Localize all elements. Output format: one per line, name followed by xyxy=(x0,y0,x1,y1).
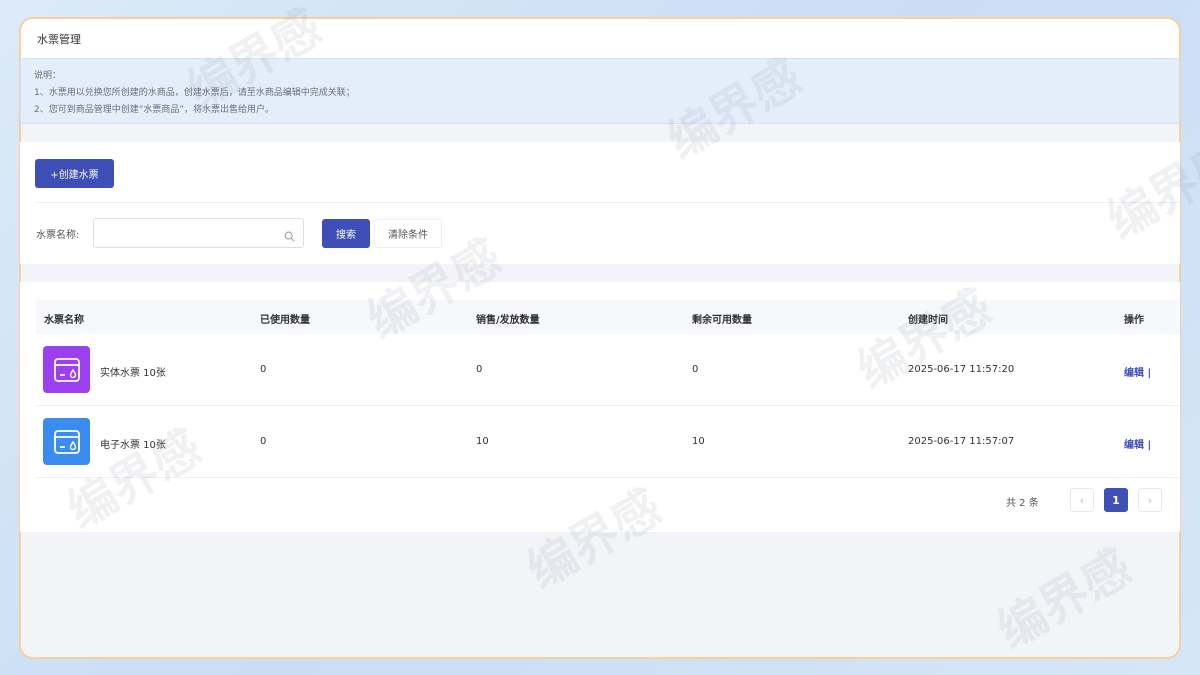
column-header: 水票名称 xyxy=(44,315,84,326)
ticket-icon xyxy=(43,418,90,465)
clear-filters-button[interactable]: 清除条件 xyxy=(374,219,442,248)
page-title: 水票管理 xyxy=(21,19,1179,59)
created-time: 2025-06-17 11:57:20 xyxy=(908,364,1015,375)
search-input[interactable] xyxy=(93,218,304,248)
prev-page-button[interactable]: ‹ xyxy=(1070,488,1094,512)
search-label: 水票名称: xyxy=(36,230,80,241)
column-header: 操作 xyxy=(1124,315,1144,326)
ticket-name: 实体水票 10张 xyxy=(100,368,166,379)
table-row: 实体水票 10张 0 0 0 2025-06-17 11:57:20 编辑 | xyxy=(36,334,1180,406)
edit-link[interactable]: 编辑 | xyxy=(1124,364,1151,379)
remaining-count: 0 xyxy=(692,364,699,375)
page-1-button[interactable]: 1 xyxy=(1104,488,1128,512)
ticket-icon xyxy=(43,346,90,393)
search-icon xyxy=(284,227,295,246)
filter-panel: +创建水票 水票名称: 搜索 清除条件 xyxy=(20,142,1180,264)
column-header: 剩余可用数量 xyxy=(692,315,752,326)
create-ticket-button[interactable]: +创建水票 xyxy=(35,159,114,188)
search-button[interactable]: 搜索 xyxy=(322,219,370,248)
column-header: 创建时间 xyxy=(908,315,948,326)
ticket-name: 电子水票 10张 xyxy=(100,440,166,451)
notice-heading: 说明： xyxy=(34,71,62,81)
notice-box: 说明： 1、水票用以兑换您所创建的水商品，创建水票后，请至水商品编辑中完成关联；… xyxy=(20,58,1180,124)
notice-line-2: 2、您可到商品管理中创建“水票商品”，将水票出售给用户。 xyxy=(34,105,275,115)
next-page-button[interactable]: › xyxy=(1138,488,1162,512)
remaining-count: 10 xyxy=(692,436,705,447)
sold-count: 10 xyxy=(476,436,489,447)
notice-line-1: 1、水票用以兑换您所创建的水商品，创建水票后，请至水商品编辑中完成关联； xyxy=(34,88,355,98)
table-panel: 水票名称 已使用数量 销售/发放数量 剩余可用数量 创建时间 操作 实体水票 1… xyxy=(20,282,1180,532)
column-header: 已使用数量 xyxy=(260,315,310,326)
total-count: 共 2 条 xyxy=(1006,498,1039,509)
edit-link[interactable]: 编辑 | xyxy=(1124,436,1151,451)
sold-count: 0 xyxy=(476,364,483,375)
created-time: 2025-06-17 11:57:07 xyxy=(908,436,1015,447)
table-header: 水票名称 已使用数量 销售/发放数量 剩余可用数量 创建时间 操作 xyxy=(36,300,1180,334)
used-count: 0 xyxy=(260,436,267,447)
table-row: 电子水票 10张 0 10 10 2025-06-17 11:57:07 编辑 … xyxy=(36,406,1180,478)
used-count: 0 xyxy=(260,364,267,375)
divider xyxy=(35,202,1180,203)
column-header: 销售/发放数量 xyxy=(476,315,540,326)
